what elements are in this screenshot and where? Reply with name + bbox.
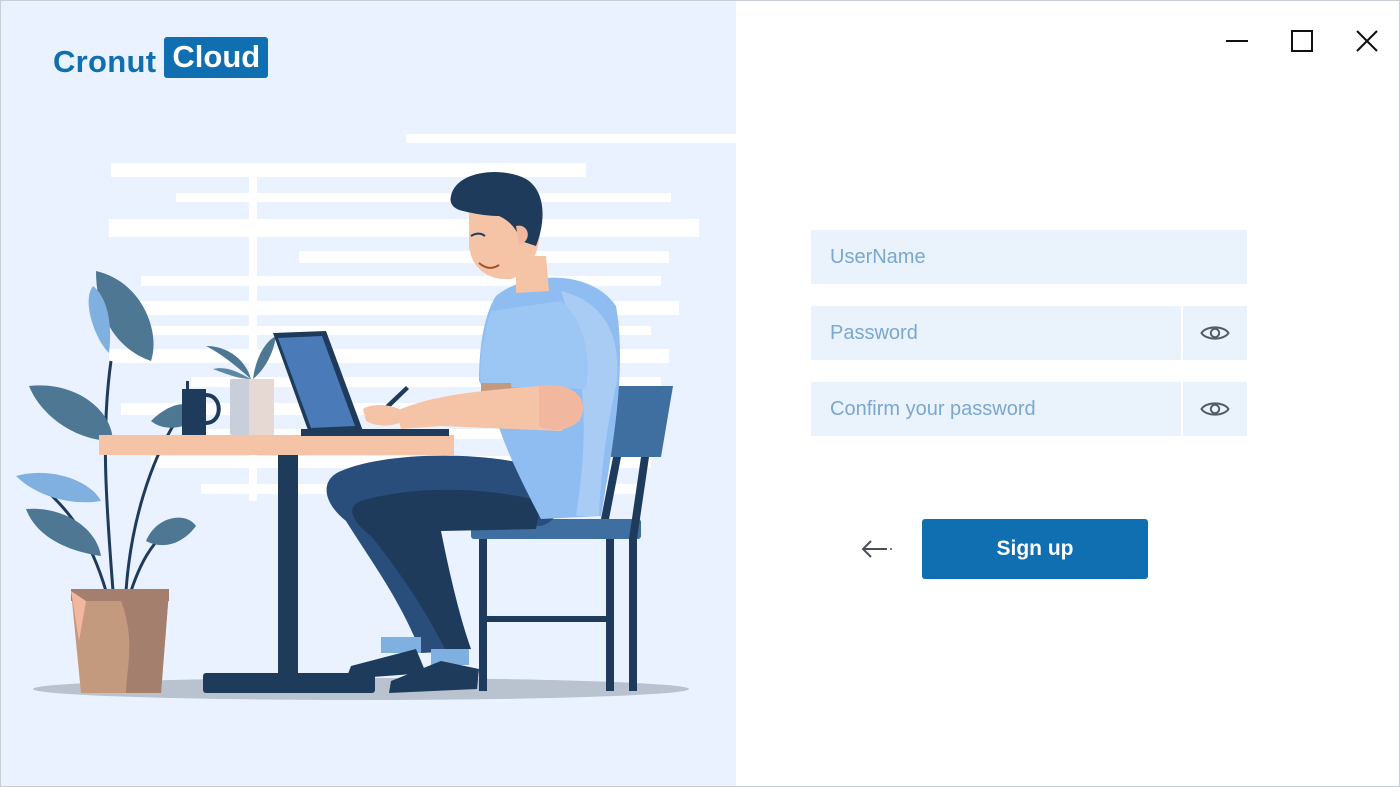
confirm-password-visibility-toggle[interactable] (1183, 382, 1247, 436)
sign-up-button[interactable]: Sign up (922, 519, 1148, 579)
maximize-icon (1290, 30, 1313, 52)
username-field (811, 230, 1247, 284)
minimize-button[interactable] (1204, 1, 1269, 81)
app-window: Cronut Cloud UserName Sign up (0, 0, 1400, 787)
minimize-icon (1225, 40, 1248, 42)
username-input[interactable] (811, 230, 1247, 284)
arrow-left-icon (861, 540, 892, 558)
password-field (811, 306, 1181, 360)
person-at-desk-illustration (16, 134, 736, 700)
close-button[interactable] (1334, 1, 1399, 81)
brand-logo: Cronut Cloud (53, 36, 269, 79)
back-button[interactable] (856, 531, 896, 567)
window-controls (1204, 1, 1399, 81)
illustration-panel: Cronut Cloud (1, 1, 736, 786)
confirm-password-input[interactable] (811, 382, 1181, 436)
brand-word-cronut: Cronut (53, 44, 157, 79)
close-icon (1355, 30, 1378, 52)
eye-icon (1200, 326, 1230, 340)
confirm-password-field (811, 382, 1181, 436)
maximize-button[interactable] (1269, 1, 1334, 81)
password-input[interactable] (811, 306, 1181, 360)
password-visibility-toggle[interactable] (1183, 306, 1247, 360)
brand-word-cloud: Cloud (164, 36, 269, 78)
eye-icon (1200, 402, 1230, 416)
